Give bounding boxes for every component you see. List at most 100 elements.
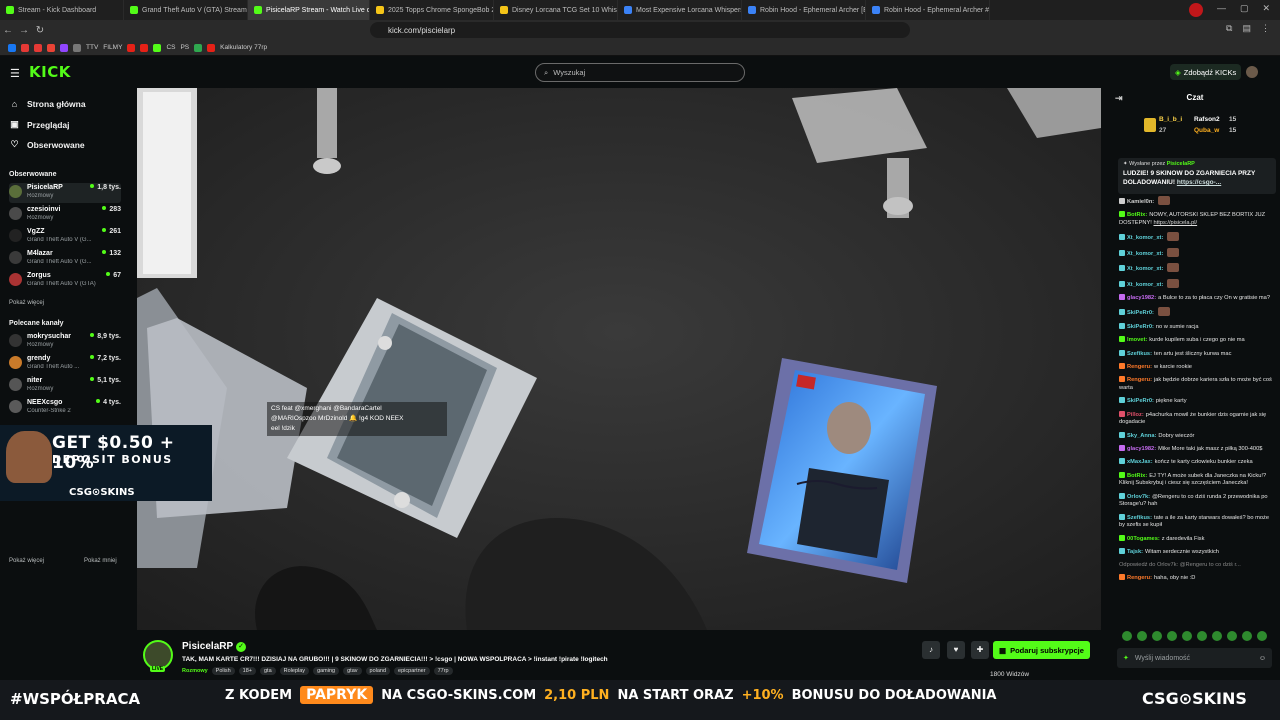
show-more-followed[interactable]: Pokaż więcej	[9, 300, 44, 306]
emote-icon[interactable]	[1257, 631, 1267, 641]
stream-tag[interactable]: epicpartner	[394, 667, 430, 675]
gifter-name[interactable]: B_i_b_i	[1159, 116, 1182, 123]
promo-overlay[interactable]: GET $0.50 + 10% DEPOSIT BONUS CSG⊙SKINS	[0, 425, 212, 501]
bookmark-ttv[interactable]: TTV	[86, 44, 98, 51]
chat-username[interactable]: BotRix:	[1127, 212, 1147, 218]
chat-username[interactable]: Tajsk:	[1127, 549, 1143, 555]
channel-item[interactable]: NEEXcsgo Counter-Strike 2 4 tys.	[9, 398, 121, 418]
chat-username[interactable]: Szefikus:	[1127, 515, 1152, 521]
chat-username[interactable]: Xt_komor_xt:	[1127, 235, 1163, 241]
emote-icon[interactable]	[1227, 631, 1237, 641]
chat-input[interactable]: ✦ Wyślij wiadomość ☺	[1117, 648, 1272, 668]
channel-item[interactable]: mokrysuchar Rozmowy 8,9 tys.	[9, 332, 121, 352]
bookmark-cs[interactable]: CS	[166, 44, 175, 51]
emote-icon[interactable]	[1242, 631, 1252, 641]
nav-browse[interactable]: ▣ Przeglądaj	[10, 119, 69, 130]
gift-subscription-button[interactable]: ▦ Podaruj subskrypcje	[993, 641, 1090, 659]
bookmark-tiktok-icon[interactable]	[127, 43, 136, 52]
chat-username[interactable]: Xt_komor_xt:	[1127, 266, 1163, 272]
chat-username[interactable]: SkiPeRr0:	[1127, 324, 1154, 330]
gifter-name[interactable]: Quba_w	[1194, 127, 1219, 134]
stream-tag[interactable]: poland	[365, 667, 391, 675]
video-player[interactable]: CS feat @xmerghani @BandaraCartel @MARIO…	[137, 88, 1101, 630]
chat-username[interactable]: xMaxJax:	[1127, 459, 1153, 465]
reload-icon[interactable]: ↻	[32, 25, 48, 36]
chat-username[interactable]: Rengeru:	[1127, 364, 1152, 370]
bookmark-icon[interactable]	[194, 43, 203, 52]
stream-tag[interactable]: gta	[260, 667, 276, 675]
channel-item[interactable]: czesioinvi Rozmowy 283	[9, 205, 121, 225]
bookmark-calculators[interactable]: Kalkulatory 77rp	[220, 44, 267, 51]
user-avatar[interactable]	[1246, 66, 1258, 78]
close-window-icon[interactable]: ✕	[1262, 3, 1270, 17]
channel-item[interactable]: VgZZ Grand Theft Auto V (G... 261	[9, 227, 121, 247]
menu-icon[interactable]: ☰	[10, 67, 20, 80]
chat-username[interactable]: Xt_komor_xt:	[1127, 282, 1163, 288]
kick-logo[interactable]: KICK	[29, 63, 71, 81]
browser-tab[interactable]: Robin Hood - Ephemeral Archer [Ep	[742, 0, 866, 20]
bookmark-twitch-icon[interactable]	[60, 43, 68, 52]
bookmark-youtube-icon[interactable]	[21, 43, 29, 52]
show-more-recommended[interactable]: Pokaż więcej	[9, 558, 44, 564]
settings-icon[interactable]: ⋮	[1261, 23, 1270, 34]
gift-icon[interactable]: ✚	[971, 641, 989, 659]
pinned-link[interactable]: https://csgo-...	[1177, 179, 1221, 186]
chat-username[interactable]: Kamiel0n:	[1127, 199, 1154, 205]
bell-icon[interactable]: ♪	[922, 641, 940, 659]
get-kicks-button[interactable]: ◈ Zdobądź KICKs	[1170, 64, 1242, 80]
chat-username[interactable]: glacy1982:	[1127, 446, 1156, 452]
browser-tab[interactable]: Robin Hood - Ephemeral Archer #17	[866, 0, 990, 20]
channel-item[interactable]: grendy Grand Theft Auto ... 7,2 tys.	[9, 354, 121, 374]
stream-tag[interactable]: Roleplay	[279, 667, 310, 675]
bookmark-icon[interactable]	[207, 43, 216, 52]
channel-item[interactable]: niter Rozmowy 5,1 tys.	[9, 376, 121, 396]
bookmark-films[interactable]: FILMY	[103, 44, 122, 51]
chat-username[interactable]: glacy1982:	[1127, 295, 1156, 301]
category-link[interactable]: Rozmowy	[182, 667, 208, 675]
emote-icon[interactable]	[1167, 631, 1177, 641]
sidebar-toggle-icon[interactable]: ▤	[1242, 23, 1251, 34]
follow-heart-icon[interactable]: ♥	[947, 641, 965, 659]
stream-tag[interactable]: gaming	[313, 667, 340, 675]
maximize-icon[interactable]: ▢	[1240, 3, 1249, 17]
search-input[interactable]: ⌕ Wyszukaj	[535, 63, 745, 82]
forward-icon[interactable]: →	[16, 25, 32, 36]
channel-item[interactable]: M4lazar Grand Theft Auto V (G... 132	[9, 249, 121, 269]
collapse-chat-icon[interactable]: ⇥	[1115, 88, 1123, 108]
emote-icon[interactable]	[1137, 631, 1147, 641]
chat-username[interactable]: Rengeru:	[1127, 575, 1152, 581]
bookmark-icon[interactable]	[140, 43, 149, 52]
show-less-recommended[interactable]: Pokaż mniej	[84, 558, 117, 564]
pinned-message[interactable]: ✦ Wysłane przez PisicelaRP LUDZIE! 9 SKI…	[1118, 158, 1276, 194]
chat-username[interactable]: 00Togames:	[1127, 536, 1160, 542]
stream-tag[interactable]: 77rp	[433, 667, 453, 675]
minimize-icon[interactable]: —	[1217, 3, 1226, 17]
channel-item[interactable]: PisicelaRP Rozmowy 1,8 tys.	[9, 183, 121, 203]
bookmark-ps[interactable]: PS	[180, 44, 189, 51]
chat-username[interactable]: Szefikus:	[1127, 351, 1152, 357]
stream-tag[interactable]: gtav	[343, 667, 362, 675]
channel-item[interactable]: Zorgus Grand Theft Auto V (GTA) 67	[9, 271, 121, 291]
bookmark-kick-icon[interactable]	[153, 43, 162, 52]
browser-tab[interactable]: Stream - Kick Dashboard	[0, 0, 124, 20]
browser-tab[interactable]: PisicelaRP Stream - Watch Live o✕	[248, 0, 370, 20]
bookmark-youtube-icon[interactable]	[34, 43, 42, 52]
nav-following[interactable]: ♡ Obserwowane	[10, 139, 84, 150]
nav-home[interactable]: ⌂ Strona główna	[10, 99, 86, 109]
bookmark-gmail-icon[interactable]	[47, 43, 55, 52]
bookmark-icon[interactable]	[73, 43, 81, 52]
bookmark-facebook-icon[interactable]	[8, 43, 16, 52]
emote-icon[interactable]	[1182, 631, 1192, 641]
chat-username[interactable]: SkiPeRr0:	[1127, 310, 1154, 316]
browser-tab[interactable]: 2025 Topps Chrome SpongeBob 25th	[370, 0, 494, 20]
chat-username[interactable]: SkiPeRr0:	[1127, 398, 1154, 404]
url-field[interactable]: kick.com/piscielarp	[370, 22, 910, 38]
browser-tab[interactable]: Most Expensive Lorcana Whispers in	[618, 0, 742, 20]
chat-username[interactable]: Rengeru:	[1127, 377, 1152, 383]
chat-settings-icon[interactable]: ☺	[1259, 655, 1266, 662]
back-icon[interactable]: ←	[0, 25, 16, 36]
extensions-icon[interactable]: ⧉	[1226, 23, 1232, 34]
stream-tag[interactable]: Polish	[211, 667, 235, 675]
emote-icon[interactable]	[1197, 631, 1207, 641]
chat-link[interactable]: https://pisicela.pl/	[1153, 220, 1197, 226]
